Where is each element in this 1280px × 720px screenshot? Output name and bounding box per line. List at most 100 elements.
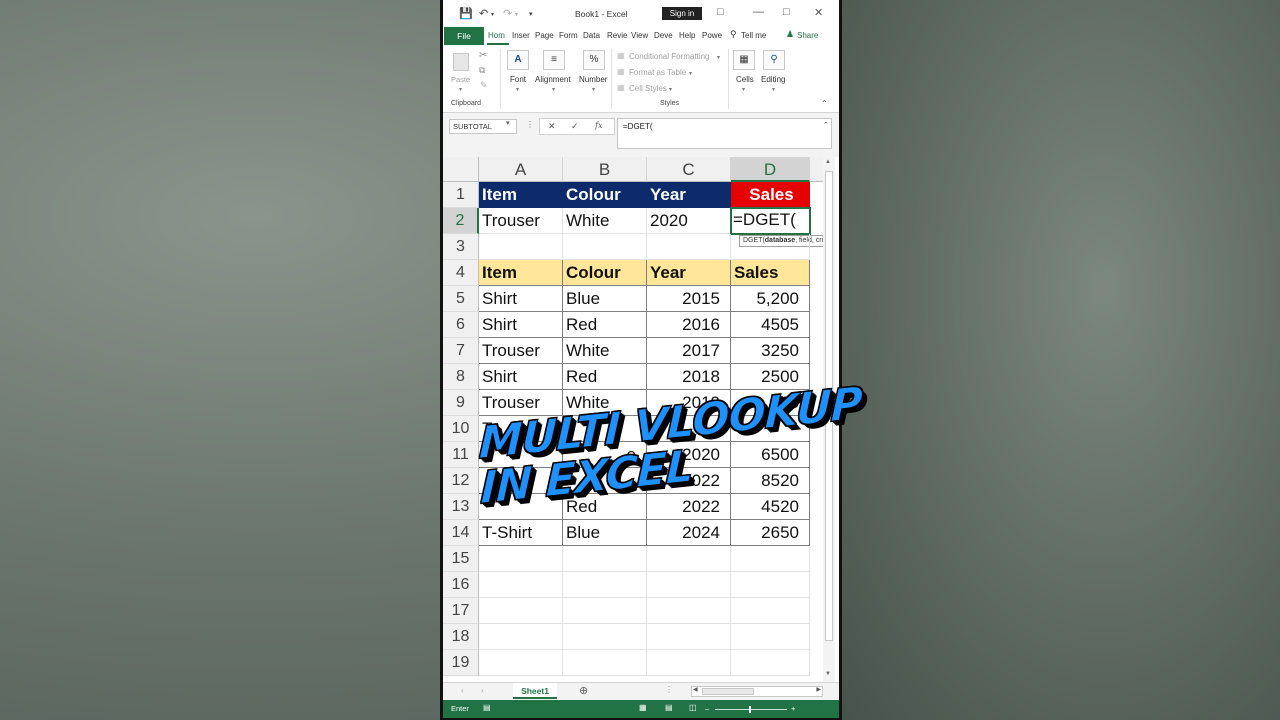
row-header[interactable]: 5 xyxy=(443,286,479,312)
table-cell[interactable]: e xyxy=(563,442,647,468)
table-cell[interactable]: 2017 xyxy=(647,338,731,364)
paste-dropdown-icon[interactable]: ▾ xyxy=(459,86,462,93)
table-cell[interactable]: 6500 xyxy=(731,442,810,468)
paste-button[interactable]: Paste xyxy=(451,51,473,87)
customize-toolbar-icon[interactable]: ▾ xyxy=(529,10,533,18)
select-all-corner[interactable] xyxy=(443,157,479,182)
normal-view-icon[interactable]: ▦ xyxy=(639,703,647,712)
alignment-icon[interactable]: ≡ xyxy=(543,50,565,70)
tab-file[interactable]: File xyxy=(444,27,484,45)
table-cell[interactable]: Blue xyxy=(563,286,647,312)
table-cell[interactable]: Shirt xyxy=(479,312,563,338)
empty-cell[interactable] xyxy=(563,234,647,260)
table-header-sales[interactable]: Sales xyxy=(731,260,810,286)
copy-icon[interactable]: ⧉ xyxy=(479,65,485,76)
row-header[interactable]: 2 xyxy=(443,208,479,234)
table-cell[interactable]: 4505 xyxy=(731,312,810,338)
redo-icon[interactable]: ↷ xyxy=(503,7,512,20)
row-header[interactable]: 15 xyxy=(443,546,479,572)
tab-review[interactable]: Revie xyxy=(607,31,627,40)
table-cell[interactable]: 2015 xyxy=(647,286,731,312)
table-cell[interactable] xyxy=(479,442,563,468)
table-cell[interactable] xyxy=(563,468,647,494)
collapse-ribbon-icon[interactable]: ⌃ xyxy=(821,99,828,108)
empty-cell[interactable] xyxy=(479,234,563,260)
tab-home[interactable]: Hom xyxy=(488,31,505,40)
row-header[interactable]: 12 xyxy=(443,468,479,494)
table-cell[interactable]: 2020 xyxy=(647,442,731,468)
table-cell[interactable]: Trouser xyxy=(479,390,563,416)
tell-me-box[interactable]: Tell me xyxy=(741,31,766,40)
table-cell[interactable]: Trouser xyxy=(479,338,563,364)
cell-styles-dropdown-icon[interactable]: ▾ xyxy=(669,86,672,93)
close-icon[interactable]: ✕ xyxy=(814,6,823,19)
sheet-tab-sheet1[interactable]: Sheet1 xyxy=(513,683,557,699)
number-format-icon[interactable]: % xyxy=(583,50,605,70)
table-cell[interactable]: 3250 xyxy=(731,338,810,364)
table-cell[interactable]: 15 xyxy=(731,390,810,416)
table-cell[interactable]: 2016 xyxy=(647,312,731,338)
empty-cells[interactable] xyxy=(647,546,731,676)
page-break-view-icon[interactable]: ◫ xyxy=(689,703,697,712)
table-cell[interactable]: Shirt xyxy=(479,364,563,390)
page-layout-view-icon[interactable]: ▤ xyxy=(665,703,673,712)
active-cell-d2[interactable]: =DGET( xyxy=(730,207,811,235)
next-sheet-icon[interactable]: › xyxy=(481,686,484,695)
tab-page-layout[interactable]: Page xyxy=(535,31,554,40)
zoom-out-icon[interactable]: – xyxy=(705,704,709,713)
row-header[interactable]: 19 xyxy=(443,650,479,676)
tab-power[interactable]: Powe xyxy=(702,31,722,40)
table-header-year[interactable]: Year xyxy=(647,260,731,286)
alignment-dropdown-icon[interactable]: ▾ xyxy=(552,86,555,93)
empty-cells[interactable] xyxy=(731,546,810,676)
row-header[interactable]: 11 xyxy=(443,442,479,468)
empty-cells[interactable] xyxy=(563,546,647,676)
worksheet-grid[interactable]: A B C D 1 2 3 4 5 6 7 8 9 10 11 12 13 14… xyxy=(443,157,839,682)
table-cell[interactable] xyxy=(479,468,563,494)
cells-dropdown-icon[interactable]: ▾ xyxy=(742,86,745,93)
row-header[interactable]: 13 xyxy=(443,494,479,520)
zoom-in-icon[interactable]: + xyxy=(791,704,795,713)
table-cell[interactable] xyxy=(479,494,563,520)
horizontal-scroll-thumb[interactable] xyxy=(702,688,754,695)
add-sheet-icon[interactable]: ⊕ xyxy=(579,684,588,697)
zoom-slider-thumb[interactable] xyxy=(749,706,751,713)
tab-view[interactable]: View xyxy=(631,31,648,40)
column-header-b[interactable]: B xyxy=(563,157,647,182)
editing-search-icon[interactable]: ⚲ xyxy=(763,50,785,70)
table-header-item[interactable]: Item xyxy=(479,260,563,286)
cell-styles-button[interactable]: Cell Styles xyxy=(629,84,667,93)
accessibility-icon[interactable]: ▤ xyxy=(483,703,491,712)
cells-button-label[interactable]: Cells xyxy=(736,75,754,84)
table-cell[interactable]: 2650 xyxy=(731,520,810,546)
row-header[interactable]: 7 xyxy=(443,338,479,364)
table-cell[interactable]: White xyxy=(563,338,647,364)
scroll-up-icon[interactable]: ▲ xyxy=(825,159,831,165)
vertical-scrollbar[interactable]: ▲ ▼ xyxy=(823,157,835,682)
row-header[interactable]: 14 xyxy=(443,520,479,546)
undo-dropdown-icon[interactable]: ▾ xyxy=(491,11,494,18)
cancel-icon[interactable]: ✕ xyxy=(548,121,556,132)
minimize-icon[interactable]: — xyxy=(753,6,764,18)
row-header[interactable]: 4 xyxy=(443,260,479,286)
table-cell[interactable]: 4520 xyxy=(731,494,810,520)
sign-in-button[interactable]: Sign in xyxy=(662,7,702,20)
number-button-label[interactable]: Number xyxy=(579,75,607,84)
row-header[interactable]: 17 xyxy=(443,598,479,624)
criteria-header-item[interactable]: Item xyxy=(479,182,563,208)
row-header[interactable]: 8 xyxy=(443,364,479,390)
column-header-e[interactable] xyxy=(810,157,823,182)
row-header[interactable]: 3 xyxy=(443,234,479,260)
table-cell[interactable]: Red xyxy=(563,312,647,338)
tab-insert[interactable]: Inser xyxy=(512,31,530,40)
empty-cell[interactable] xyxy=(731,234,810,260)
font-icon[interactable]: A xyxy=(507,50,529,70)
table-cell[interactable] xyxy=(647,416,731,442)
table-cell[interactable]: 2500 xyxy=(731,364,810,390)
row-header[interactable]: 16 xyxy=(443,572,479,598)
criteria-header-colour[interactable]: Colour xyxy=(563,182,647,208)
prev-sheet-icon[interactable]: ‹ xyxy=(461,686,464,695)
tab-formulas[interactable]: Form xyxy=(559,31,578,40)
font-dropdown-icon[interactable]: ▾ xyxy=(516,86,519,93)
row-header[interactable]: 10 xyxy=(443,416,479,442)
